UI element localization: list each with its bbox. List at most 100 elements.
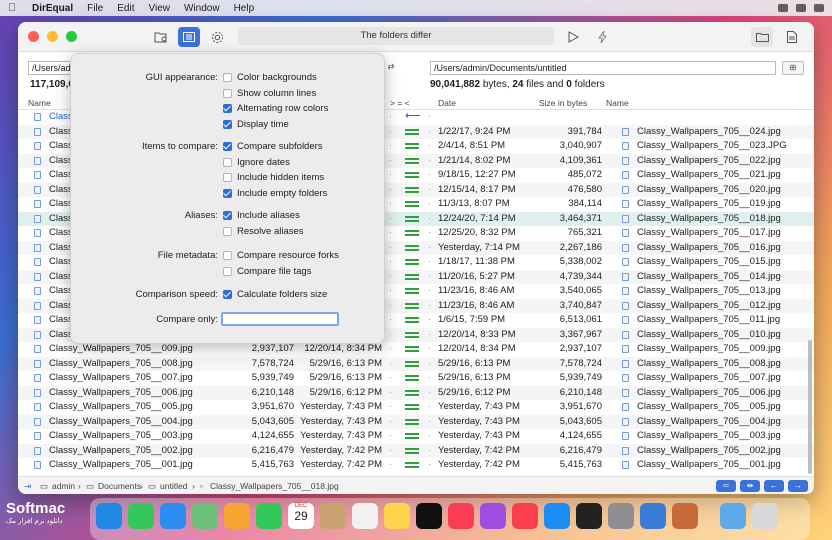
option-checkbox[interactable]: Compare resource forks [223, 250, 339, 261]
header-date[interactable]: Date [438, 98, 456, 108]
terminal-icon[interactable] [576, 503, 602, 529]
safari-icon[interactable] [96, 503, 122, 529]
right-path-field[interactable]: /Users/admin/Documents/untitled [430, 61, 776, 75]
checkbox-icon[interactable] [223, 104, 232, 113]
left-file-size: 5,043,605 [251, 415, 294, 427]
option-checkbox[interactable]: Resolve aliases [223, 226, 304, 237]
option-checkbox[interactable]: Ignore dates [223, 157, 290, 168]
table-row[interactable]: Classy_Wallpapers_705__007.jpg 5,939,749 5… [18, 371, 814, 386]
row-dot: · [428, 227, 432, 238]
compare-folders-icon[interactable] [150, 27, 172, 47]
table-row[interactable]: Classy_Wallpapers_705__001.jpg 5,415,763 Y… [18, 458, 814, 473]
list-view-icon[interactable] [178, 27, 200, 47]
downloads-folder-icon[interactable] [720, 503, 746, 529]
folder-icon[interactable] [751, 27, 773, 47]
option-label: Resolve aliases [237, 225, 304, 237]
photos-icon[interactable] [224, 503, 250, 529]
checkbox-icon[interactable] [223, 157, 232, 167]
option-checkbox[interactable]: Show column lines [223, 88, 316, 99]
checkbox-icon[interactable] [223, 188, 232, 198]
menu-view[interactable]: View [148, 3, 170, 14]
checkbox-icon[interactable] [223, 266, 232, 276]
gear-icon[interactable] [206, 27, 228, 47]
messages-icon[interactable] [128, 503, 154, 529]
option-checkbox[interactable]: Compare file tags [223, 266, 311, 277]
app-icon[interactable] [672, 503, 698, 529]
option-checkbox[interactable]: Display time [223, 119, 289, 130]
control-center-icon[interactable] [796, 4, 806, 12]
podcasts-icon[interactable] [480, 503, 506, 529]
scrollbar[interactable] [808, 340, 812, 474]
table-row[interactable]: Classy_Wallpapers_705__009.jpg 2,937,107 1… [18, 342, 814, 357]
option-checkbox[interactable]: Calculate folders size [223, 289, 327, 300]
direqual-icon[interactable] [640, 503, 666, 529]
mail-icon[interactable] [160, 503, 186, 529]
system-preferences-icon[interactable] [608, 503, 634, 529]
notes-icon[interactable] [384, 503, 410, 529]
previous-diff-button[interactable]: ← [764, 480, 784, 492]
checkbox-icon[interactable] [223, 290, 232, 299]
checkbox-icon[interactable] [223, 226, 232, 236]
facetime-icon[interactable] [256, 503, 282, 529]
option-checkbox[interactable]: Compare subfolders [223, 141, 323, 152]
checkbox-icon[interactable] [223, 173, 232, 182]
right-browse-button[interactable]: ⊞ [782, 61, 804, 75]
contacts-icon[interactable] [320, 503, 346, 529]
minimize-window-button[interactable] [47, 31, 58, 42]
table-row[interactable]: Classy_Wallpapers_705__006.jpg 6,210,148 5… [18, 385, 814, 400]
music-icon[interactable] [448, 503, 474, 529]
header-name-right[interactable]: Name [606, 98, 629, 108]
maps-icon[interactable] [192, 503, 218, 529]
menu-edit[interactable]: Edit [117, 3, 134, 14]
checkbox-icon[interactable] [223, 251, 232, 260]
calendar-icon[interactable]: DEC 29 [288, 503, 314, 529]
file-icon [34, 171, 41, 179]
lightning-icon[interactable] [592, 27, 614, 47]
breadcrumb-documents[interactable]: Documents [98, 481, 141, 491]
option-checkbox[interactable]: Color backgrounds [223, 72, 317, 83]
apple-icon[interactable]:  [8, 2, 18, 14]
table-row[interactable]: Classy_Wallpapers_705__004.jpg 5,043,605 Y… [18, 414, 814, 429]
table-row[interactable]: Classy_Wallpapers_705__002.jpg 6,216,479 Y… [18, 443, 814, 458]
document-icon[interactable] [781, 27, 803, 47]
apple-tv-icon[interactable] [416, 503, 442, 529]
table-row[interactable]: Classy_Wallpapers_705__008.jpg 7,578,724 5… [18, 356, 814, 371]
compare-only-input[interactable] [221, 312, 339, 326]
header-size[interactable]: Size in bytes [539, 98, 587, 108]
play-icon[interactable] [562, 27, 584, 47]
checkbox-icon[interactable] [223, 119, 232, 129]
wifi-icon[interactable] [778, 4, 788, 12]
menu-help[interactable]: Help [234, 3, 255, 14]
row-dot: · [428, 386, 432, 398]
checkbox-icon[interactable] [223, 142, 232, 151]
close-window-button[interactable] [28, 31, 39, 42]
news-icon[interactable] [512, 503, 538, 529]
filter-equal-button[interactable]: ═ [716, 480, 736, 492]
menu-file[interactable]: File [87, 3, 103, 14]
app-store-icon[interactable] [544, 503, 570, 529]
table-row[interactable]: Classy_Wallpapers_705__005.jpg 3,951,670 Y… [18, 400, 814, 415]
zoom-window-button[interactable] [66, 31, 77, 42]
header-name-left[interactable]: Name [28, 98, 51, 108]
option-checkbox[interactable]: Include empty folders [223, 188, 327, 199]
reminders-icon[interactable] [352, 503, 378, 529]
side-indicator-icon[interactable]: ⇥ [24, 481, 31, 492]
checkbox-icon[interactable] [223, 88, 232, 98]
option-checkbox[interactable]: Include hidden items [223, 172, 324, 183]
next-diff-button[interactable]: → [788, 480, 808, 492]
option-checkbox[interactable]: Alternating row colors [223, 103, 328, 114]
header-compare[interactable]: > = < [390, 98, 410, 108]
breadcrumb-file[interactable]: Classy_Wallpapers_705__018.jpg [210, 481, 339, 491]
checkbox-icon[interactable] [223, 73, 232, 82]
breadcrumb-admin[interactable]: admin [52, 481, 75, 491]
trash-icon[interactable] [752, 503, 778, 529]
table-row[interactable]: Classy_Wallpapers_705__003.jpg 4,124,655 Y… [18, 429, 814, 444]
siri-icon[interactable] [814, 4, 824, 12]
menu-window[interactable]: Window [184, 3, 220, 14]
right-file-date: 2/4/14, 8:51 PM [438, 140, 506, 151]
filter-differ-button[interactable]: ⇹ [740, 480, 760, 492]
breadcrumb-untitled[interactable]: untitled [160, 481, 187, 491]
menu-app-name[interactable]: DirEqual [32, 3, 73, 14]
option-checkbox[interactable]: Include aliases [223, 210, 300, 221]
checkbox-icon[interactable] [223, 211, 232, 220]
